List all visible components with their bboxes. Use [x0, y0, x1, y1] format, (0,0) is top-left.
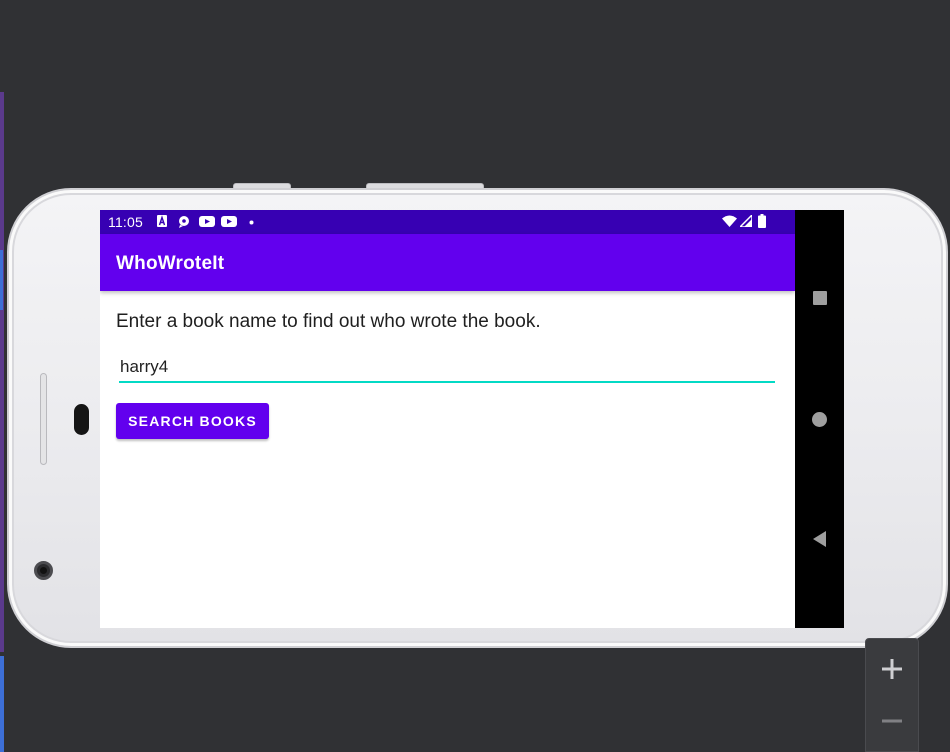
- zoom-in-button[interactable]: [866, 643, 918, 695]
- device-screen: 11:05 WhoWroteIt Enter a book name to fi…: [100, 210, 795, 628]
- status-time: 11:05: [108, 214, 143, 230]
- recents-icon: [812, 291, 827, 305]
- phone-speaker: [40, 373, 47, 465]
- dot-icon: [249, 220, 254, 225]
- wifi-icon: [722, 215, 737, 227]
- emulator-zoom-controls: [865, 638, 919, 752]
- background-window-edge: [0, 92, 4, 652]
- app-title: WhoWroteIt: [116, 253, 225, 274]
- recents-button[interactable]: [795, 278, 844, 318]
- plus-icon: [882, 659, 902, 679]
- background-window-edge: [0, 250, 3, 310]
- youtube-icon: [221, 216, 237, 227]
- front-camera: [34, 561, 53, 580]
- chat-bubble-icon: [179, 216, 189, 228]
- back-button[interactable]: [795, 519, 844, 559]
- status-bar: 11:05: [100, 210, 795, 234]
- app-bar: WhoWroteIt: [100, 234, 795, 291]
- signal-icon: [740, 215, 752, 227]
- a-icon: [157, 215, 167, 227]
- navigation-bar: [795, 210, 844, 628]
- zoom-out-button[interactable]: [866, 695, 918, 747]
- background-window-edge: [0, 656, 4, 752]
- back-icon: [812, 531, 826, 547]
- youtube-icon: [199, 216, 215, 227]
- book-search-input[interactable]: [119, 353, 775, 383]
- battery-icon: [758, 214, 766, 228]
- minus-icon: [882, 719, 902, 723]
- instructions-text: Enter a book name to find out who wrote …: [116, 311, 541, 332]
- home-icon: [812, 411, 827, 427]
- search-books-button[interactable]: SEARCH BOOKS: [116, 403, 269, 439]
- home-button[interactable]: [795, 399, 844, 439]
- phone-sensor: [74, 404, 89, 435]
